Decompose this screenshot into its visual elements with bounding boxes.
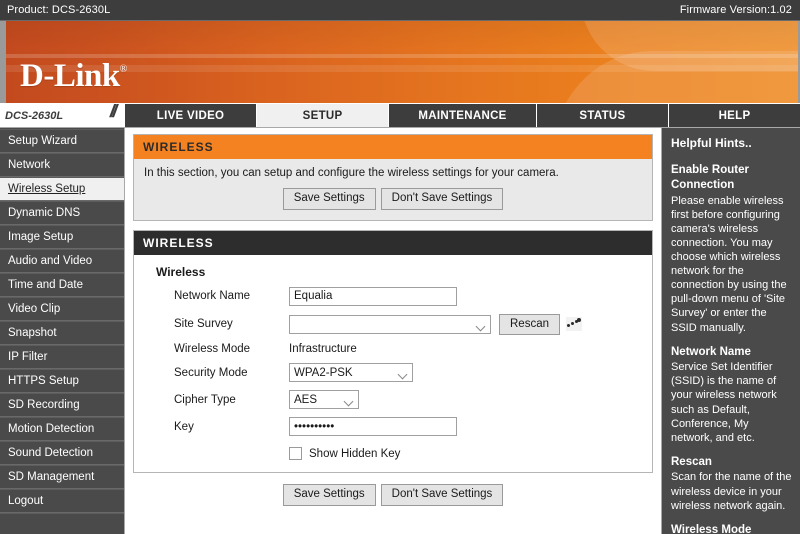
sidebar-item-image-setup[interactable]: Image Setup xyxy=(0,225,124,249)
banner-swoosh-bottom xyxy=(554,51,798,103)
show-hidden-key-row: Show Hidden Key xyxy=(156,447,652,461)
sidebar-item-ip-filter[interactable]: IP Filter xyxy=(0,345,124,369)
key-input[interactable] xyxy=(289,417,457,437)
sidebar-item-https-setup[interactable]: HTTPS Setup xyxy=(0,369,124,393)
network-name-label: Network Name xyxy=(174,290,251,303)
product-info-bar: Product: DCS-2630L Firmware Version:1.02 xyxy=(0,0,800,21)
rescan-controls: Rescan xyxy=(499,313,582,336)
sidebar-item-setup-wizard[interactable]: Setup Wizard xyxy=(0,129,124,153)
network-name-input[interactable] xyxy=(289,286,457,306)
wireless-form-panel: WIRELESS Wireless Network Name Site Surv… xyxy=(133,229,653,474)
rescan-button[interactable]: Rescan xyxy=(499,313,560,336)
site-survey-label: Site Survey xyxy=(174,318,233,331)
key-label: Key xyxy=(174,420,194,433)
dlink-logo: D-Link® xyxy=(20,60,127,93)
helpful-hints-panel: Helpful Hints.. Enable Router Connection… xyxy=(661,128,800,534)
security-mode-label: Security Mode xyxy=(174,366,248,379)
page-body: Setup Wizard Network Wireless Setup Dyna… xyxy=(0,128,800,534)
wireless-intro-header: WIRELESS xyxy=(134,135,652,159)
tab-live-video[interactable]: LIVE VIDEO xyxy=(125,104,258,127)
main-content: WIRELESS In this section, you can setup … xyxy=(125,128,661,534)
form-button-row: Save Settings Don't Save Settings xyxy=(133,484,653,506)
sidebar-item-wireless-setup[interactable]: Wireless Setup xyxy=(0,177,124,201)
hint-heading-network-name: Network Name xyxy=(671,345,751,358)
sidebar-item-network[interactable]: Network xyxy=(0,153,124,177)
hint-heading-wireless-mode: Wireless Mode xyxy=(671,523,752,534)
main-navigation: DCS-2630L // LIVE VIDEO SETUP MAINTENANC… xyxy=(0,103,800,128)
nav-model-label: DCS-2630L xyxy=(5,109,64,122)
wireless-mode-label: Wireless Mode xyxy=(174,343,251,356)
save-settings-button-bottom[interactable]: Save Settings xyxy=(282,484,376,506)
sidebar-item-audio-and-video[interactable]: Audio and Video xyxy=(0,249,124,273)
wireless-form-body: Wireless Network Name Site Survey Rescan xyxy=(134,255,652,473)
dlink-logo-text: D-Link xyxy=(20,58,120,94)
wireless-group-title: Wireless xyxy=(156,264,206,279)
show-hidden-key-label: Show Hidden Key xyxy=(309,447,401,460)
sidebar-item-logout[interactable]: Logout xyxy=(0,489,124,513)
wireless-intro-body: In this section, you can setup and confi… xyxy=(134,159,652,220)
hint-heading-rescan: Rescan xyxy=(671,455,712,468)
field-row-cipher-type: Cipher Type AES xyxy=(156,390,652,410)
cipher-type-dropdown[interactable]: AES xyxy=(289,390,359,410)
hint-body-rescan: Scan for the name of the wireless device… xyxy=(671,471,792,512)
wireless-intro-description: In this section, you can setup and confi… xyxy=(144,167,559,179)
save-settings-button-top[interactable]: Save Settings xyxy=(282,188,376,210)
sidebar-item-dynamic-dns[interactable]: Dynamic DNS xyxy=(0,201,124,225)
sidebar-item-sound-detection[interactable]: Sound Detection xyxy=(0,441,124,465)
tab-maintenance[interactable]: MAINTENANCE xyxy=(389,104,537,127)
field-row-network-name: Network Name xyxy=(156,286,652,306)
field-row-wireless-mode: Wireless Mode Infrastructure xyxy=(156,343,652,355)
field-row-site-survey: Site Survey Rescan xyxy=(156,313,652,336)
product-model-label: Product: DCS-2630L xyxy=(7,4,111,16)
hint-heading-enable-router-connection: Enable Router Connection xyxy=(671,164,749,192)
wireless-form-header: WIRELESS xyxy=(134,230,652,255)
dlink-camera-config-page: Product: DCS-2630L Firmware Version:1.02… xyxy=(0,0,800,534)
wireless-mode-value: Infrastructure xyxy=(289,343,357,356)
firmware-version-label: Firmware Version:1.02 xyxy=(679,4,792,16)
registered-trademark-icon: ® xyxy=(119,64,128,75)
field-row-security-mode: Security Mode WPA2-PSK xyxy=(156,363,652,383)
show-hidden-key-checkbox[interactable] xyxy=(289,447,302,461)
dont-save-settings-button-bottom[interactable]: Don't Save Settings xyxy=(380,484,504,506)
sidebar-item-sd-management[interactable]: SD Management xyxy=(0,465,124,489)
tab-status[interactable]: STATUS xyxy=(537,104,669,127)
cipher-type-label: Cipher Type xyxy=(174,393,236,406)
sidebar-item-time-and-date[interactable]: Time and Date xyxy=(0,273,124,297)
sidebar-menu: Setup Wizard Network Wireless Setup Dyna… xyxy=(0,128,125,534)
security-mode-dropdown[interactable]: WPA2-PSK xyxy=(289,363,413,383)
brand-banner: D-Link® xyxy=(0,21,800,103)
helpful-hints-title: Helpful Hints.. xyxy=(671,136,752,150)
tab-setup[interactable]: SETUP xyxy=(257,104,390,127)
field-row-key: Key xyxy=(156,417,652,437)
hint-body-enable-router-connection: Please enable wireless first before conf… xyxy=(671,194,787,334)
intro-button-row: Save Settings Don't Save Settings xyxy=(144,188,642,210)
nav-model-badge: DCS-2630L // xyxy=(0,104,125,127)
nav-slash-decoration: // xyxy=(109,104,118,122)
dont-save-settings-button-top[interactable]: Don't Save Settings xyxy=(380,188,504,210)
tab-help[interactable]: HELP xyxy=(669,104,800,127)
sidebar-item-motion-detection[interactable]: Motion Detection xyxy=(0,417,124,441)
site-survey-dropdown[interactable] xyxy=(289,314,491,334)
sidebar-item-snapshot[interactable]: Snapshot xyxy=(0,321,124,345)
spinner-icon xyxy=(566,317,582,332)
sidebar-filler xyxy=(0,513,124,534)
sidebar-item-sd-recording[interactable]: SD Recording xyxy=(0,393,124,417)
hint-body-network-name: Service Set Identifier (SSID) is the nam… xyxy=(671,361,777,444)
wireless-intro-panel: WIRELESS In this section, you can setup … xyxy=(133,134,653,221)
sidebar-item-video-clip[interactable]: Video Clip xyxy=(0,297,124,321)
